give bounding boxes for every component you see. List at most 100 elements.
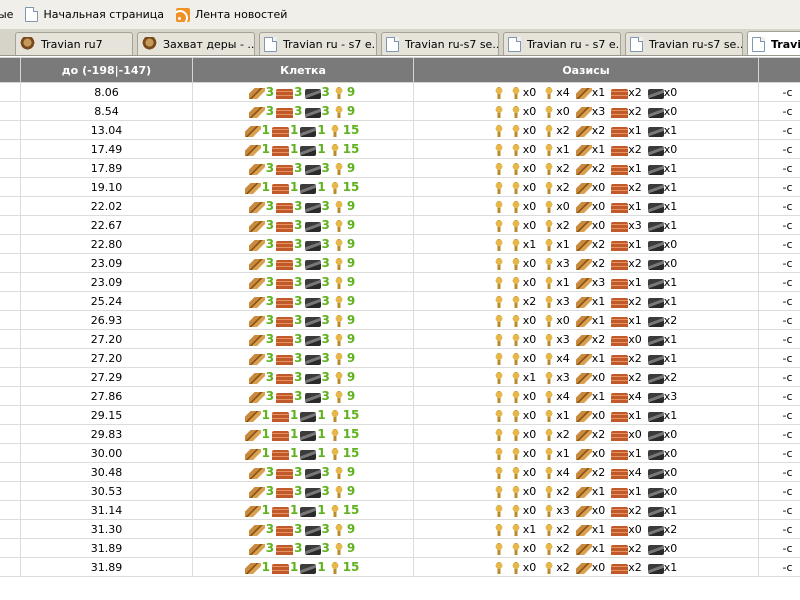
column-header-extra: [758, 57, 800, 83]
rss-feed-icon: [176, 7, 191, 22]
crop-icon: [508, 447, 523, 460]
oasis-count: x1: [663, 503, 678, 517]
column-header-oases[interactable]: Оазисы: [413, 57, 759, 83]
table-row[interactable]: 19.10 1 1 1 15 x0 x2 x0 x2 x1 -c: [0, 177, 800, 197]
resource-field-count: 1: [289, 123, 299, 137]
table-row[interactable]: 29.15 1 1 1 15 x0 x1 x0 x1 x1 -c: [0, 405, 800, 425]
column-header-cell[interactable]: Клетка: [192, 57, 414, 83]
table-row[interactable]: 31.14 1 1 1 15 x0 x3 x0 x2 x1 -c: [0, 500, 800, 520]
browser-tab[interactable]: Travian ru - s7 e...: [259, 32, 377, 55]
table-row[interactable]: 25.24 3 3 3 9 x2 x3 x1 x2 x1 -c: [0, 291, 800, 311]
resource-field-count: 15: [342, 180, 360, 194]
extra-cell: -c: [758, 196, 800, 216]
table-row[interactable]: 30.00 1 1 1 15 x0 x1 x0 x1 x0 -c: [0, 443, 800, 463]
wood-icon: [575, 163, 592, 175]
wood-icon: [575, 334, 592, 346]
browser-tab[interactable]: Travian ru7: [15, 32, 133, 55]
distance-cell: 8.06: [20, 82, 193, 102]
crop-icon: [331, 87, 346, 99]
wood-icon: [248, 525, 265, 536]
extra-cell: -c: [758, 386, 800, 406]
bookmark-item[interactable]: ые: [0, 4, 19, 26]
wood-icon: [575, 201, 592, 213]
extra-cell: -c: [758, 557, 800, 577]
table-row[interactable]: 31.89 3 3 3 9 x0 x2 x1 x2 x0 -c: [0, 538, 800, 558]
table-row[interactable]: 31.30 3 3 3 9 x1 x2 x1 x0 x2 -c: [0, 519, 800, 539]
iron-icon: [304, 279, 321, 289]
iron-icon: [304, 488, 321, 498]
table-row[interactable]: 22.80 3 3 3 9 x1 x1 x2 x1 x0 -c: [0, 234, 800, 254]
iron-icon: [647, 88, 664, 99]
table-row[interactable]: 27.86 3 3 3 9 x0 x4 x1 x4 x3 -c: [0, 386, 800, 406]
wood-icon: [244, 430, 261, 441]
wood-icon: [248, 88, 265, 99]
table-row[interactable]: 23.09 3 3 3 9 x0 x1 x3 x1 x1 -c: [0, 272, 800, 292]
oasis-count: x0: [556, 313, 570, 327]
crop-icon: [508, 314, 523, 327]
extra-cell: -c: [758, 120, 800, 140]
crop-icon: [491, 485, 506, 498]
resource-field-count: 3: [265, 275, 275, 289]
browser-tab[interactable]: Travi: [747, 31, 800, 55]
table-row[interactable]: 8.54 3 3 3 9 x0 x0 x3 x2 x0 -c: [0, 101, 800, 121]
browser-tab[interactable]: Travian ru - s7 e...: [503, 32, 621, 55]
cell-resources: 3 3 3 9: [192, 158, 414, 178]
table-row[interactable]: 17.49 1 1 1 15 x0 x1 x1 x2 x0 -c: [0, 139, 800, 159]
crop-icon: [491, 86, 506, 99]
table-row[interactable]: 27.20 3 3 3 9 x0 x3 x2 x0 x1 -c: [0, 329, 800, 349]
extra-cell: -c: [758, 215, 800, 235]
clay-icon: [271, 431, 289, 441]
oasis-count: x1: [628, 161, 642, 175]
table-row[interactable]: 30.48 3 3 3 9 x0 x4 x2 x4 x0 -c: [0, 462, 800, 482]
crop-icon: [508, 542, 523, 555]
table-row[interactable]: 13.04 1 1 1 15 x0 x2 x2 x1 x1 -c: [0, 120, 800, 140]
resource-field-count: 3: [265, 370, 275, 384]
table-row[interactable]: 31.89 1 1 1 15 x0 x2 x0 x2 x1 -c: [0, 557, 800, 577]
oasis-count: x0: [522, 142, 537, 156]
table-row[interactable]: 23.09 3 3 3 9 x0 x3 x2 x2 x0 -c: [0, 253, 800, 273]
crop-icon: [508, 181, 523, 194]
crop-icon: [542, 295, 557, 308]
row-index-cell: [0, 367, 21, 387]
table-row[interactable]: 8.06 3 3 3 9 x0 x4 x1 x2 x0 -c: [0, 82, 800, 102]
table-row[interactable]: 27.20 3 3 3 9 x0 x4 x1 x2 x1 -c: [0, 348, 800, 368]
clay-icon: [276, 374, 294, 384]
clay-icon: [276, 165, 294, 175]
iron-icon: [647, 525, 664, 536]
browser-tab[interactable]: Travian ru-s7 se...: [381, 32, 499, 55]
results-table-container[interactable]: до (-198|-147) Клетка Оазисы 8.06 3 3 3 9 x0 x…: [0, 57, 800, 600]
resource-field-count: 3: [265, 161, 275, 175]
resource-field-count: 15: [342, 503, 360, 517]
wood-icon: [575, 106, 592, 118]
table-row[interactable]: 22.02 3 3 3 9 x0 x0 x0 x1 x1 -c: [0, 196, 800, 216]
oasis-bonuses: x0 x2 x2 x0 x0: [413, 424, 759, 444]
table-row[interactable]: 27.29 3 3 3 9 x1 x3 x0 x2 x2 -c: [0, 367, 800, 387]
table-row[interactable]: 22.67 3 3 3 9 x0 x2 x0 x3 x1 -c: [0, 215, 800, 235]
oasis-bonuses: x0 x1 x1 x2 x0: [413, 139, 759, 159]
oasis-bonuses: x0 x2 x1 x1 x0: [413, 481, 759, 501]
bookmark-item[interactable]: Начальная страница: [19, 4, 170, 26]
crop-icon: [491, 390, 506, 403]
oasis-count: x0: [522, 161, 537, 175]
column-header-distance[interactable]: до (-198|-147): [20, 57, 193, 83]
table-row[interactable]: 26.93 3 3 3 9 x0 x0 x1 x1 x2 -c: [0, 310, 800, 330]
bookmark-item[interactable]: Лента новостей: [170, 4, 293, 26]
resource-field-count: 1: [317, 446, 326, 460]
crop-icon: [331, 201, 346, 213]
cell-resources: 3 3 3 9: [192, 291, 414, 311]
resource-field-count: 9: [346, 389, 356, 403]
table-row[interactable]: 30.53 3 3 3 9 x0 x2 x1 x1 x0 -c: [0, 481, 800, 501]
oasis-count: x2: [628, 370, 642, 384]
browser-tab[interactable]: Travian ru-s7 se...: [625, 32, 743, 55]
table-row[interactable]: 17.89 3 3 3 9 x0 x2 x2 x1 x1 -c: [0, 158, 800, 178]
tab-label: Захват деры - ...: [163, 37, 255, 51]
oasis-bonuses: x0 x3 x0 x2 x1: [413, 500, 759, 520]
oasis-count: x1: [591, 389, 606, 403]
oasis-count: x0: [591, 560, 606, 574]
crop-icon: [491, 162, 506, 175]
table-row[interactable]: 29.83 1 1 1 15 x0 x2 x2 x0 x0 -c: [0, 424, 800, 444]
wood-icon: [248, 240, 265, 251]
browser-tab[interactable]: Захват деры - ...: [137, 32, 255, 55]
row-index-cell: [0, 500, 21, 520]
resource-field-count: 1: [289, 560, 299, 574]
